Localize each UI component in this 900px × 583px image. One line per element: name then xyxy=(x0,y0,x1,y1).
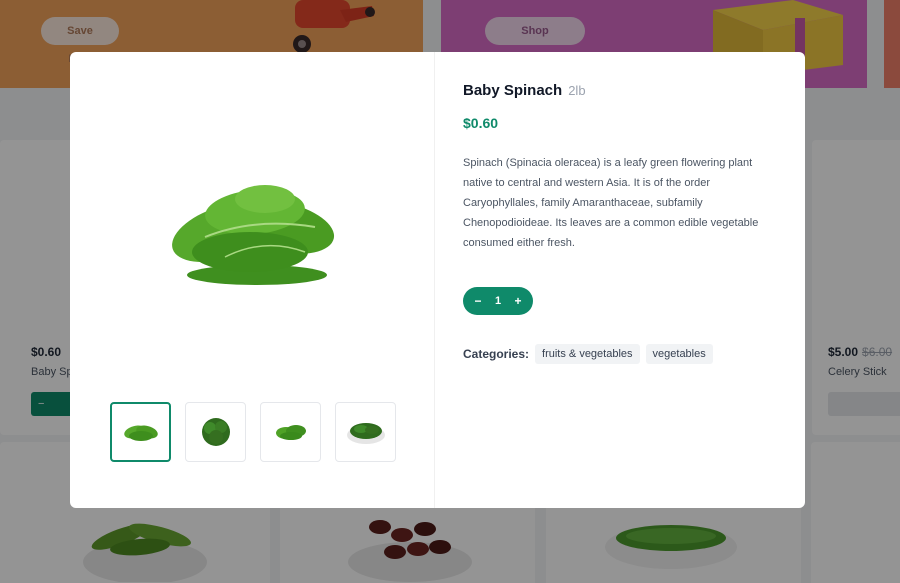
decrease-quantity-button[interactable]: − xyxy=(471,294,485,308)
quantity-value: 1 xyxy=(494,295,502,307)
spinach-small-thumb xyxy=(275,425,306,440)
category-tag-vegetables[interactable]: vegetables xyxy=(645,344,713,364)
increase-quantity-button[interactable]: + xyxy=(511,294,525,308)
thumbnail-spinach-leaves[interactable] xyxy=(110,402,171,462)
product-price: $0.60 xyxy=(463,115,499,131)
product-unit: 2lb xyxy=(568,83,586,98)
categories-label: Categories: xyxy=(463,347,530,361)
quantity-stepper: − 1 + xyxy=(463,287,533,315)
product-title: Baby Spinach xyxy=(463,82,563,99)
thumbnail-spinach-bowl[interactable] xyxy=(335,402,396,462)
categories: Categories: fruits & vegetables vegetabl… xyxy=(463,344,775,364)
thumbnail-spinach-small[interactable] xyxy=(260,402,321,462)
thumbnail-spinach-bunch[interactable] xyxy=(185,402,246,462)
product-details: Baby Spinach 2lb $0.60 Spinach (Spinacia… xyxy=(435,52,805,508)
product-gallery xyxy=(70,52,435,508)
spinach-main-image xyxy=(172,185,335,285)
title-row: Baby Spinach 2lb xyxy=(463,82,775,99)
category-tag-fruits-vegetables[interactable]: fruits & vegetables xyxy=(535,344,640,364)
thumbnail-strip xyxy=(110,402,396,462)
product-description: Spinach (Spinacia oleracea) is a leafy g… xyxy=(463,157,759,249)
spinach-bowl-thumb xyxy=(346,423,385,444)
spinach-leaves-thumb xyxy=(123,425,158,441)
spinach-bunch-thumb xyxy=(201,418,230,446)
product-quick-view-modal: Baby Spinach 2lb $0.60 Spinach (Spinacia… xyxy=(70,52,805,508)
